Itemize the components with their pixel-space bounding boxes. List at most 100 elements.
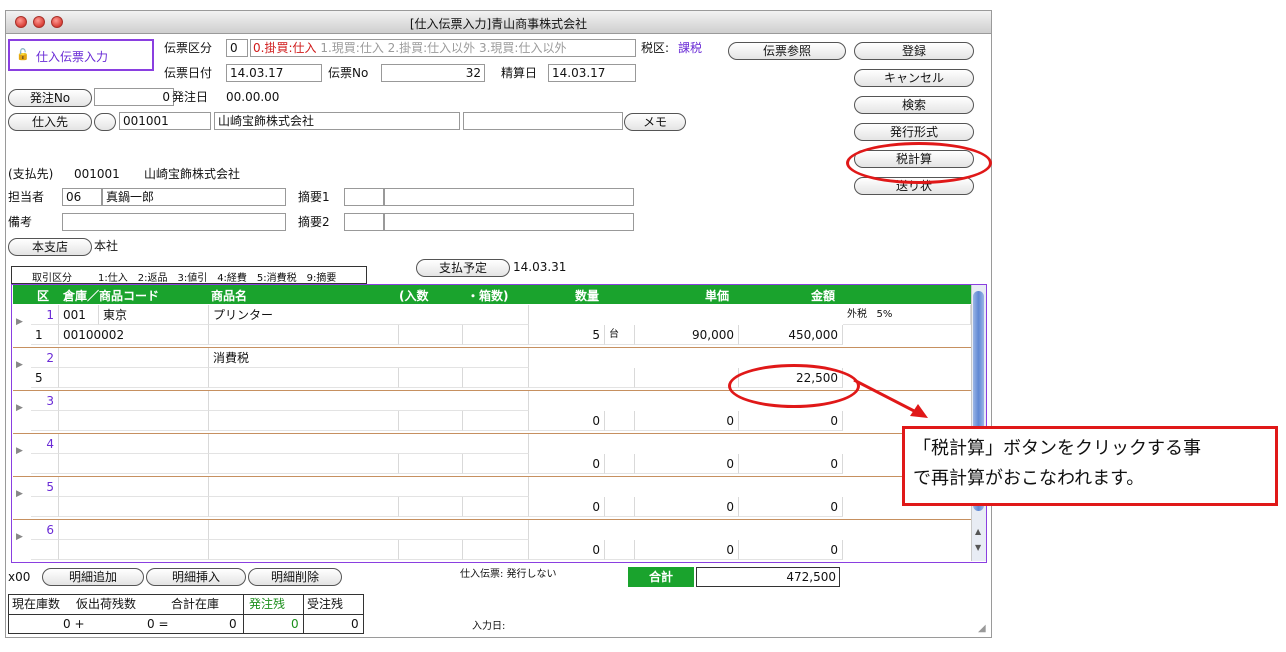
qty-cell[interactable]: 0 — [529, 540, 605, 560]
soko-cell[interactable] — [59, 391, 209, 411]
row-kubun[interactable]: 1 — [31, 325, 59, 345]
item-code[interactable] — [59, 540, 209, 560]
hatchu-no-button[interactable]: 発注No — [8, 89, 92, 107]
item-code[interactable] — [59, 368, 209, 388]
denpyo-sansho-button[interactable]: 伝票参照 — [728, 42, 846, 60]
soko-code[interactable]: 001 — [59, 305, 99, 325]
item-sub[interactable] — [209, 368, 399, 388]
item-name[interactable] — [209, 434, 529, 454]
amount-cell[interactable]: 0 — [739, 411, 843, 431]
amount-cell[interactable]: 0 — [739, 454, 843, 474]
unit-cell[interactable] — [605, 411, 635, 431]
item-name[interactable] — [209, 520, 529, 540]
denpyo-no-input[interactable]: 32 — [381, 64, 485, 82]
unit-cell[interactable] — [605, 454, 635, 474]
tekiyo2-code-input[interactable] — [344, 213, 384, 231]
row-kubun[interactable]: 5 — [31, 368, 59, 388]
hakosu-cell[interactable] — [463, 540, 529, 560]
price-cell[interactable]: 0 — [635, 454, 739, 474]
unit-cell[interactable] — [605, 540, 635, 560]
row-kubun[interactable] — [31, 497, 59, 517]
irisu-cell[interactable] — [399, 325, 463, 345]
qty-cell[interactable]: 0 — [529, 454, 605, 474]
row-expand-icon[interactable]: ▶ — [16, 489, 23, 499]
hatchu-no-input[interactable]: 0 — [94, 88, 174, 106]
item-code[interactable] — [59, 454, 209, 474]
table-row[interactable]: ▶ 1 001 東京 プリンター 外税 5% 1 00100002 5 台 90… — [13, 305, 971, 348]
item-sub[interactable] — [209, 411, 399, 431]
item-name[interactable] — [209, 477, 529, 497]
kensaku-button[interactable]: 検索 — [854, 96, 974, 114]
hakosu-cell[interactable] — [463, 497, 529, 517]
qty-cell[interactable]: 0 — [529, 411, 605, 431]
kubun-option-1[interactable]: 1.現買:仕入 — [320, 41, 384, 55]
hakosu-cell[interactable] — [463, 454, 529, 474]
price-cell[interactable]: 0 — [635, 497, 739, 517]
kubun-option-3[interactable]: 3.現買:仕入以外 — [479, 41, 567, 55]
shiire-name-input[interactable]: 山崎宝飾株式会社 — [214, 112, 460, 130]
scroll-down-icon[interactable]: ▼ — [975, 543, 981, 552]
tekiyo1-code-input[interactable] — [344, 188, 384, 206]
memo-button[interactable]: メモ — [624, 113, 686, 131]
soko-name[interactable]: 東京 — [99, 305, 209, 325]
shiiresaki-radio[interactable] — [94, 113, 116, 131]
irisu-cell[interactable] — [399, 411, 463, 431]
qty-cell[interactable] — [529, 368, 635, 388]
table-row[interactable]: ▶ 6 0 0 0 — [13, 520, 971, 563]
shiire-code-input[interactable]: 001001 — [119, 112, 211, 130]
unit-cell[interactable]: 台 — [605, 325, 635, 345]
kubun-option-2[interactable]: 2.掛買:仕入以外 — [388, 41, 476, 55]
shiharai-yotei-button[interactable]: 支払予定 — [416, 259, 510, 277]
row-kubun[interactable] — [31, 411, 59, 431]
denpyo-kubun-input[interactable]: 0 — [226, 39, 248, 57]
price-cell[interactable]: 90,000 — [635, 325, 739, 345]
price-cell[interactable]: 0 — [635, 540, 739, 560]
row-expand-icon[interactable]: ▶ — [16, 403, 23, 413]
qty-cell[interactable]: 5 — [529, 325, 605, 345]
amount-cell[interactable]: 0 — [739, 540, 843, 560]
hakosu-cell[interactable] — [463, 325, 529, 345]
row-kubun[interactable] — [31, 540, 59, 560]
soko-cell[interactable] — [59, 477, 209, 497]
hakosu-cell[interactable] — [463, 411, 529, 431]
cancel-button[interactable]: キャンセル — [854, 69, 974, 87]
honshiten-button[interactable]: 本支店 — [8, 238, 92, 256]
item-name[interactable] — [209, 391, 529, 411]
tekiyo2-text-input[interactable] — [384, 213, 634, 231]
seisan-input[interactable]: 14.03.17 — [548, 64, 636, 82]
row-expand-icon[interactable]: ▶ — [16, 360, 23, 370]
add-row-button[interactable]: 明細追加 — [42, 568, 144, 586]
soko-cell[interactable] — [59, 520, 209, 540]
tanto-name-input[interactable]: 真鍋一郎 — [102, 188, 286, 206]
table-row[interactable]: ▶ 5 0 0 0 — [13, 477, 971, 520]
price-cell[interactable] — [635, 368, 739, 388]
qty-cell[interactable]: 0 — [529, 497, 605, 517]
denpyo-date-input[interactable]: 14.03.17 — [226, 64, 322, 82]
item-sub[interactable] — [209, 454, 399, 474]
grid-scrollbar[interactable]: ▲ ▼ — [971, 285, 986, 561]
kubun-option-0[interactable]: 0.掛買:仕入 — [253, 41, 317, 55]
irisu-cell[interactable] — [399, 540, 463, 560]
item-code[interactable] — [59, 411, 209, 431]
hakko-keishiki-button[interactable]: 発行形式 — [854, 123, 974, 141]
hakosu-cell[interactable] — [463, 368, 529, 388]
irisu-cell[interactable] — [399, 454, 463, 474]
item-sub[interactable] — [209, 325, 399, 345]
row-expand-icon[interactable]: ▶ — [16, 532, 23, 542]
tekiyo1-text-input[interactable] — [384, 188, 634, 206]
amount-cell[interactable]: 0 — [739, 497, 843, 517]
scroll-up-icon[interactable]: ▲ — [975, 527, 981, 536]
irisu-cell[interactable] — [399, 368, 463, 388]
item-name[interactable]: 消費税 — [209, 348, 529, 368]
row-expand-icon[interactable]: ▶ — [16, 446, 23, 456]
row-kubun[interactable] — [31, 454, 59, 474]
shiiresaki-button[interactable]: 仕入先 — [8, 113, 92, 131]
soko-cell[interactable] — [59, 434, 209, 454]
biko-input[interactable] — [62, 213, 286, 231]
item-sub[interactable] — [209, 540, 399, 560]
table-row[interactable]: ▶ 4 0 0 0 — [13, 434, 971, 477]
amount-cell[interactable]: 450,000 — [739, 325, 843, 345]
row-expand-icon[interactable]: ▶ — [16, 317, 23, 327]
item-name[interactable]: プリンター — [209, 305, 529, 325]
soko-cell[interactable] — [59, 348, 209, 368]
